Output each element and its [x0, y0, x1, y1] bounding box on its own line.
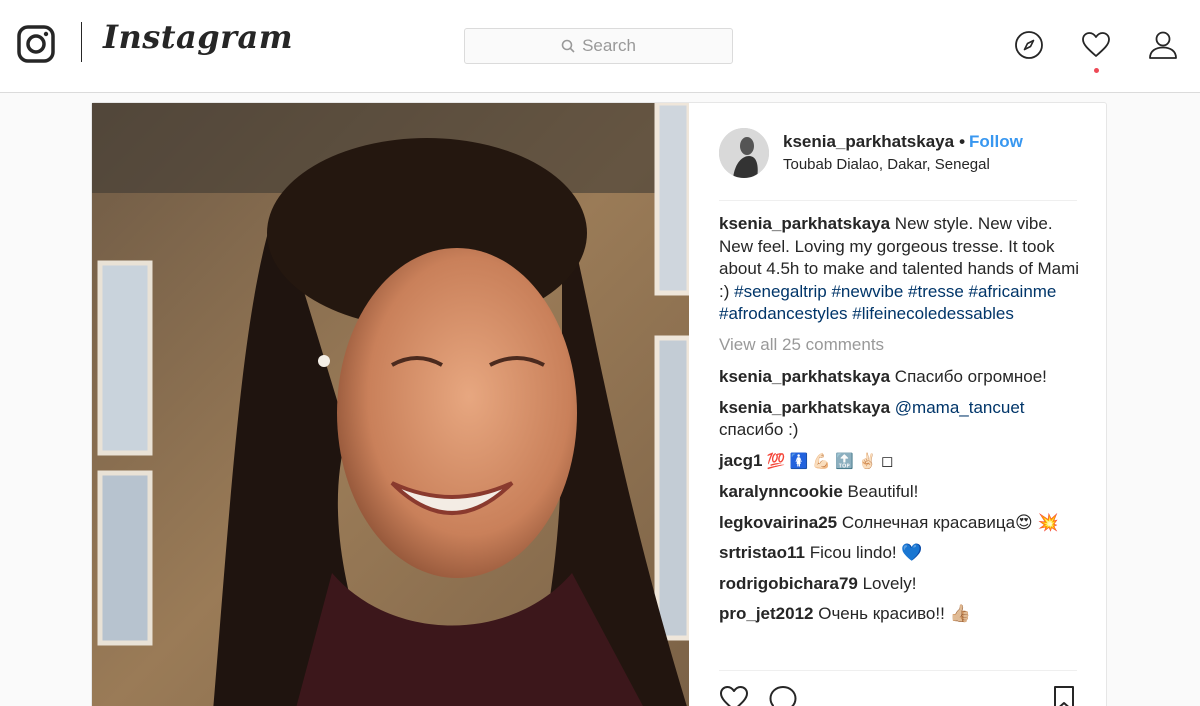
comment-text: Очень красиво!! 👍🏼 [813, 604, 971, 623]
hashtag[interactable]: #lifeinecoledessables [852, 304, 1014, 323]
top-nav: Instagram Search [0, 0, 1200, 93]
comment-text: 💯 🚺 💪🏻 🔝 ✌🏻 ◻ [762, 452, 894, 470]
logo-divider [81, 22, 82, 62]
comment-user[interactable]: karalynncookie [719, 482, 843, 501]
comment: ksenia_parkhatskaya Спасибо огромное! [719, 366, 1081, 389]
comment-text: Спасибо огромное! [890, 367, 1047, 386]
instagram-wordmark[interactable]: Instagram [103, 18, 293, 56]
instagram-glyph-icon[interactable] [17, 25, 55, 63]
search-input[interactable]: Search [464, 28, 733, 64]
search-icon [561, 39, 575, 53]
comment: srtristao11 Ficou lindo! 💙 [719, 542, 1081, 565]
hashtag[interactable]: #newvibe [831, 282, 903, 301]
comment: rodrigobichara79 Lovely! [719, 573, 1081, 596]
comment-user[interactable]: ksenia_parkhatskaya [719, 398, 890, 417]
comment-text: Lovely! [857, 573, 917, 593]
comment: karalynncookie Beautiful! [719, 481, 1081, 504]
post-header: ksenia_parkhatskaya • Follow Toubab Dialao… [689, 103, 1107, 201]
comment-text: Солнечная красавица😍 💥 [837, 512, 1059, 532]
post-caption: ksenia_parkhatskaya New style. New vibe.… [719, 213, 1081, 326]
divider [719, 200, 1077, 201]
avatar-image [719, 128, 769, 178]
hashtag[interactable]: #senegaltrip [734, 282, 827, 301]
like-heart-icon[interactable] [719, 684, 749, 706]
notification-dot [1094, 68, 1099, 73]
separator-dot: • [959, 132, 966, 151]
post-location[interactable]: Toubab Dialao, Dakar, Senegal [783, 156, 990, 173]
comment-user[interactable]: rodrigobichara79 [719, 574, 858, 593]
compass-icon[interactable] [1014, 30, 1044, 60]
post-author[interactable]: ksenia_parkhatskaya [783, 132, 954, 151]
search-placeholder: Search [582, 36, 636, 55]
comment-mention[interactable]: @mama_tancuet [895, 398, 1025, 417]
comment-user[interactable]: srtristao11 [719, 543, 805, 562]
comment-text: Ficou lindo! 💙 [805, 543, 923, 562]
comments-list: ksenia_parkhatskaya New style. New vibe.… [719, 213, 1081, 634]
comment-text: Beautiful! [842, 482, 919, 501]
post-author-line: ksenia_parkhatskaya • Follow [783, 132, 1023, 152]
comment-user[interactable]: jacg1 [719, 451, 762, 470]
comment: legkovairina25 Солнечная красавица😍 💥 [719, 512, 1081, 535]
hashtag[interactable]: #africainme [969, 282, 1057, 301]
post-card: ksenia_parkhatskaya • Follow Toubab Dialao… [91, 102, 1107, 706]
comment: pro_jet2012 Очень красиво!! 👍🏼 [719, 603, 1081, 626]
comment-user[interactable]: ksenia_parkhatskaya [719, 367, 890, 386]
post-sidebar: ksenia_parkhatskaya • Follow Toubab Dialao… [689, 103, 1107, 706]
post-photo[interactable] [92, 103, 689, 706]
hashtag[interactable]: #afrodancestyles [719, 304, 848, 323]
heart-icon[interactable] [1081, 30, 1111, 60]
comment-user[interactable]: legkovairina25 [719, 513, 837, 532]
comment: ksenia_parkhatskaya @mama_tancuet спасиб… [719, 397, 1081, 442]
comment-user[interactable]: pro_jet2012 [719, 604, 814, 623]
bookmark-icon[interactable] [1049, 684, 1079, 706]
caption-user[interactable]: ksenia_parkhatskaya [719, 214, 890, 233]
hashtag[interactable]: #tresse [908, 282, 964, 301]
follow-button[interactable]: Follow [969, 132, 1023, 151]
comment-text: спасибо :) [719, 420, 799, 439]
comment-bubble-icon[interactable] [768, 684, 798, 706]
person-icon[interactable] [1148, 30, 1178, 60]
post-photo-image [92, 103, 689, 706]
divider [719, 670, 1077, 671]
comment: jacg1 💯 🚺 💪🏻 🔝 ✌🏻 ◻ [719, 450, 1081, 474]
avatar[interactable] [719, 128, 769, 178]
view-all-comments-link[interactable]: View all 25 comments [719, 334, 1081, 357]
